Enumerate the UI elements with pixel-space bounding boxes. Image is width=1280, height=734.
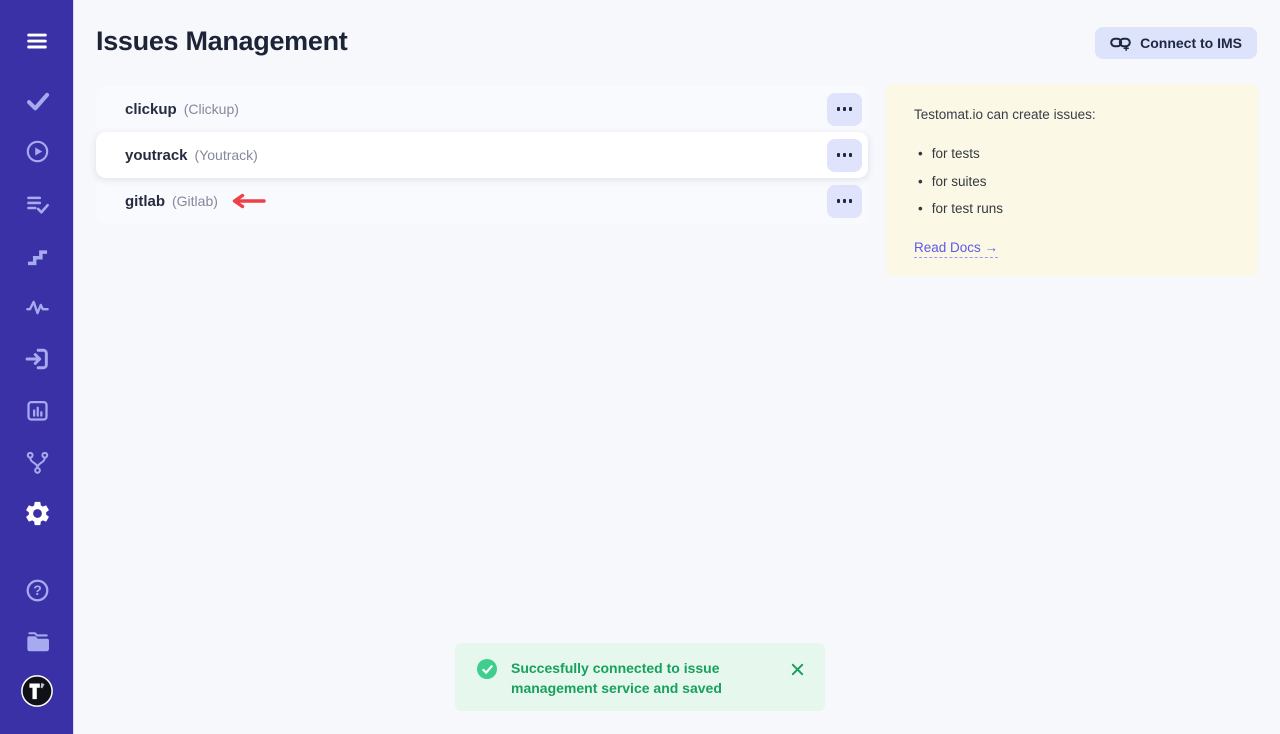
ims-name: clickup xyxy=(125,101,177,118)
info-panel-list: for tests for suites for test runs xyxy=(914,146,1230,216)
app-window: ? Issues Management Connect to IMS click… xyxy=(0,0,1280,734)
import-icon[interactable] xyxy=(20,342,54,376)
steps-icon[interactable] xyxy=(20,238,54,272)
red-arrow-annotation-icon xyxy=(228,193,266,209)
ims-type: (Clickup) xyxy=(184,101,239,117)
testomat-logo[interactable] xyxy=(20,674,54,708)
ims-row-youtrack[interactable]: youtrack (Youtrack) xyxy=(96,132,868,178)
ims-name: youtrack xyxy=(125,147,188,164)
run-play-icon[interactable] xyxy=(20,134,54,168)
ims-type: (Youtrack) xyxy=(195,147,258,163)
info-panel: Testomat.io can create issues: for tests… xyxy=(886,84,1258,276)
page-title: Issues Management xyxy=(96,26,348,57)
dot xyxy=(843,199,847,203)
connect-to-ims-button[interactable]: Connect to IMS xyxy=(1095,27,1257,59)
ims-type: (Gitlab) xyxy=(172,193,218,209)
toast-close-icon[interactable] xyxy=(788,660,807,682)
connect-to-ims-label: Connect to IMS xyxy=(1140,35,1242,51)
dot xyxy=(843,107,847,111)
info-panel-title: Testomat.io can create issues: xyxy=(914,107,1230,122)
success-check-icon xyxy=(477,659,497,679)
svg-text:?: ? xyxy=(33,582,42,598)
settings-gear-icon[interactable] xyxy=(20,496,54,530)
ims-row-clickup[interactable]: clickup (Clickup) xyxy=(96,86,868,132)
hamburger-menu-icon[interactable] xyxy=(20,24,54,58)
test-plans-icon[interactable] xyxy=(20,186,54,220)
info-panel-item: for tests xyxy=(914,146,1230,161)
dot xyxy=(843,153,847,157)
projects-folder-icon[interactable] xyxy=(20,624,54,658)
dot xyxy=(837,153,841,157)
analytics-pulse-icon[interactable] xyxy=(20,290,54,324)
ims-list: clickup (Clickup) youtrack (Youtrack) gi… xyxy=(96,86,868,224)
success-toast: Succesfully connected to issue managemen… xyxy=(455,643,825,711)
dot xyxy=(849,199,853,203)
toast-message: Succesfully connected to issue managemen… xyxy=(511,658,773,698)
branches-icon[interactable] xyxy=(20,445,54,479)
info-panel-item: for suites xyxy=(914,174,1230,189)
row-actions-button[interactable] xyxy=(827,93,862,126)
reports-chart-icon[interactable] xyxy=(20,393,54,427)
tests-check-icon[interactable] xyxy=(20,83,54,117)
link-chain-icon xyxy=(1110,35,1131,52)
help-icon[interactable]: ? xyxy=(20,573,54,607)
dot xyxy=(837,199,841,203)
dot xyxy=(837,107,841,111)
row-actions-button[interactable] xyxy=(827,139,862,172)
ims-row-gitlab[interactable]: gitlab (Gitlab) xyxy=(96,178,868,224)
info-panel-item: for test runs xyxy=(914,201,1230,216)
ims-name: gitlab xyxy=(125,193,165,210)
dot xyxy=(849,153,853,157)
read-docs-link[interactable]: Read Docs → xyxy=(914,240,998,258)
sidebar: ? xyxy=(0,0,74,734)
dot xyxy=(849,107,853,111)
row-actions-button[interactable] xyxy=(827,185,862,218)
